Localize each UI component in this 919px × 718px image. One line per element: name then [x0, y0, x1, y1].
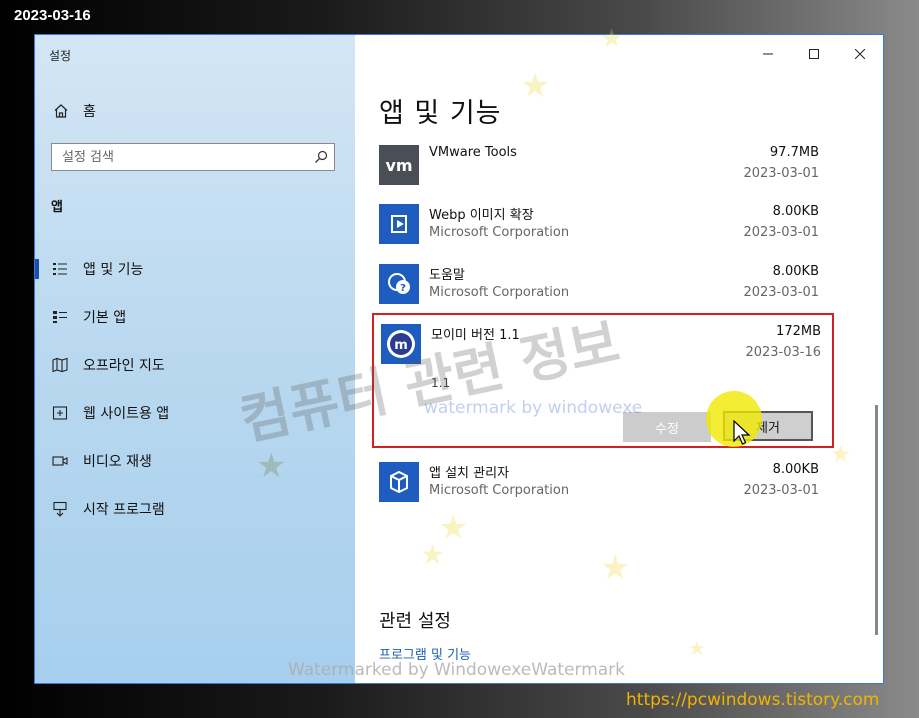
close-button[interactable] — [837, 35, 883, 73]
window-controls — [745, 35, 883, 73]
date-stamp: 2023-03-16 — [14, 7, 91, 24]
app-publisher: Microsoft Corporation — [429, 483, 570, 498]
vmware-icon: vm — [379, 145, 419, 185]
sidebar-item-label: 기본 앱 — [83, 310, 127, 326]
scrollbar[interactable] — [871, 75, 883, 683]
sidebar-item-video-playback[interactable]: 비디오 재생 — [35, 437, 355, 485]
app-publisher: Microsoft Corporation — [429, 225, 570, 240]
search-input[interactable] — [52, 144, 302, 170]
moimi-icon: m — [381, 324, 421, 364]
app-name: 모이미 버전 1.1 — [431, 328, 520, 343]
app-date: 2023-03-16 — [745, 345, 821, 360]
modify-button[interactable]: 수정 — [623, 412, 711, 442]
sidebar-item-apps-for-websites[interactable]: 웹 사이트용 앱 — [35, 389, 355, 437]
sidebar-item-label: 비디오 재생 — [83, 454, 152, 470]
sidebar-item-offline-maps[interactable]: 오프라인 지도 — [35, 341, 355, 389]
apps-for-websites-icon — [51, 404, 69, 422]
svg-text:vm: vm — [385, 156, 412, 175]
startup-icon — [51, 500, 69, 518]
app-size: 8.00KB — [772, 204, 819, 219]
app-date: 2023-03-01 — [743, 166, 819, 181]
app-size: 172MB — [776, 324, 821, 339]
app-name: 도움말 — [429, 268, 465, 283]
maximize-icon — [809, 49, 819, 59]
programs-features-link[interactable]: 프로그램 및 기능 — [379, 644, 471, 663]
close-icon — [855, 49, 865, 59]
app-installer-icon — [379, 462, 419, 502]
app-version: 1.1 — [431, 376, 451, 390]
sidebar-item-label: 웹 사이트용 앱 — [83, 406, 170, 422]
scrollbar-thumb[interactable] — [875, 405, 878, 635]
app-date: 2023-03-01 — [743, 225, 819, 240]
app-name: 앱 설치 관리자 — [429, 466, 510, 481]
sidebar-nav: 앱 및 기능 기본 앱 오프라인 지도 웹 사이트용 앱 비디오 재생 시작 프… — [35, 245, 355, 533]
app-size: 8.00KB — [772, 264, 819, 279]
window-title: 설정 — [49, 49, 72, 63]
app-size: 8.00KB — [772, 462, 819, 477]
app-date: 2023-03-01 — [743, 483, 819, 498]
app-name: VMware Tools — [429, 145, 517, 160]
webp-extension-icon — [379, 204, 419, 244]
site-url: https://pcwindows.tistory.com — [626, 690, 880, 710]
settings-window: 설정 홈 앱 앱 및 기능 기본 앱 오프라인 지도 — [35, 35, 883, 683]
section-label: 앱 — [51, 200, 63, 215]
home-link[interactable]: 홈 — [53, 101, 96, 121]
sidebar-item-startup[interactable]: 시작 프로그램 — [35, 485, 355, 533]
search-icon — [315, 150, 328, 163]
maximize-button[interactable] — [791, 35, 837, 73]
settings-search[interactable] — [51, 143, 335, 171]
content-pane: 앱 및 기능 vm VMware Tools 97.7MB 2023-03-01… — [355, 35, 883, 683]
app-name: Webp 이미지 확장 — [429, 208, 534, 223]
sidebar-item-label: 앱 및 기능 — [83, 262, 144, 278]
video-playback-icon — [51, 452, 69, 470]
sidebar-item-default-apps[interactable]: 기본 앱 — [35, 293, 355, 341]
apps-features-icon — [51, 260, 69, 278]
home-label: 홈 — [83, 104, 96, 120]
minimize-icon — [763, 53, 773, 55]
app-size: 97.7MB — [769, 145, 819, 160]
default-apps-icon — [51, 308, 69, 326]
home-icon — [54, 104, 68, 118]
svg-text:?: ? — [400, 283, 406, 294]
page-title: 앱 및 기능 — [379, 98, 502, 129]
related-settings-title: 관련 설정 — [379, 611, 451, 632]
sidebar-item-label: 오프라인 지도 — [83, 358, 165, 374]
uninstall-button[interactable]: 제거 — [723, 411, 813, 441]
app-date: 2023-03-01 — [743, 285, 819, 300]
svg-text:m: m — [394, 338, 408, 353]
offline-maps-icon — [51, 356, 69, 374]
selected-app-highlight: m 모이미 버전 1.1 172MB 2023-03-16 1.1 수정 제거 — [372, 313, 834, 448]
help-icon: ? — [379, 264, 419, 304]
sidebar-item-apps-features[interactable]: 앱 및 기능 — [35, 245, 355, 293]
sidebar-item-label: 시작 프로그램 — [83, 502, 165, 518]
sidebar: 설정 홈 앱 앱 및 기능 기본 앱 오프라인 지도 — [35, 35, 355, 683]
app-publisher: Microsoft Corporation — [429, 285, 570, 300]
minimize-button[interactable] — [745, 35, 791, 73]
